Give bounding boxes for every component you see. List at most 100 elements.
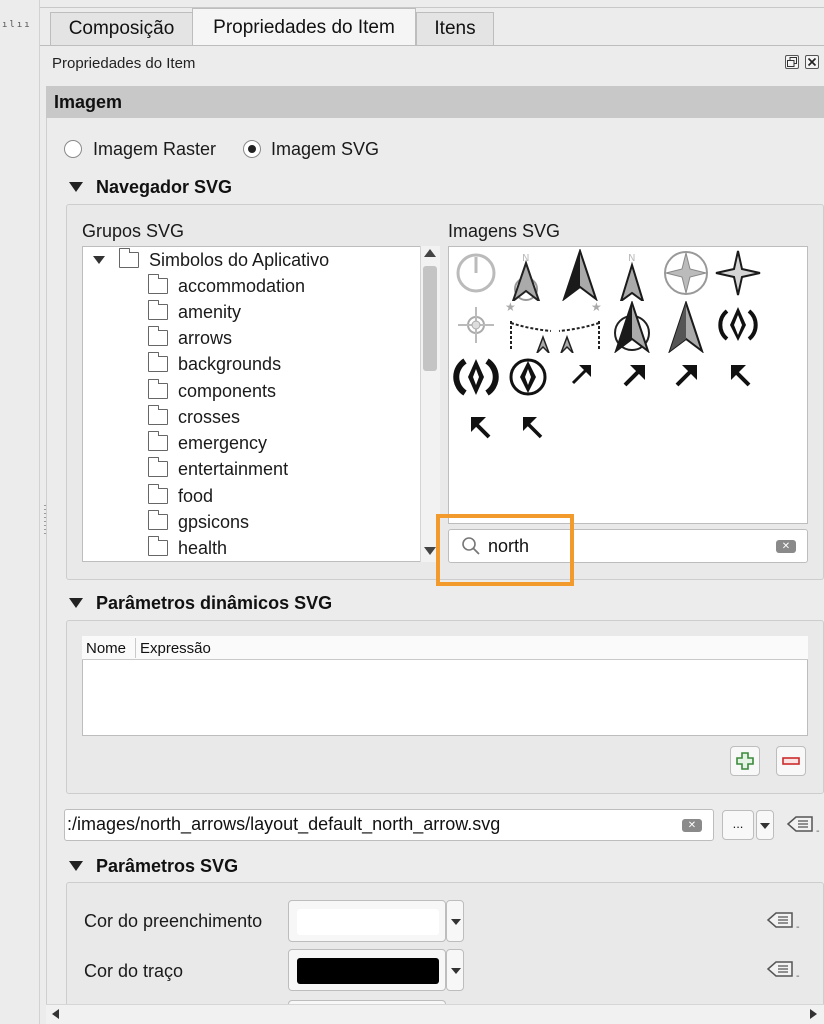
tree-item[interactable]: emergency	[148, 430, 267, 456]
arrow-northwest-alt-icon[interactable]	[507, 405, 557, 457]
arrow-northeast-alt-icon[interactable]	[663, 353, 713, 405]
svg-browser-title[interactable]: Navegador SVG	[96, 177, 232, 198]
minus-icon	[782, 757, 800, 765]
arrow-northeast-icon[interactable]	[559, 353, 609, 405]
expand-arrow-icon[interactable]	[93, 256, 105, 264]
compass-rose-circle-icon[interactable]	[661, 249, 711, 301]
section-title: Imagem	[54, 92, 123, 112]
tree-item[interactable]: gpsicons	[148, 509, 249, 535]
data-defined-override-icon[interactable]: -	[766, 959, 800, 982]
tab-composicao[interactable]: Composição	[50, 12, 193, 45]
north-arrow-solid-icon[interactable]	[555, 247, 605, 302]
fill-color-button[interactable]	[288, 900, 446, 942]
section-header[interactable]	[46, 86, 824, 118]
browse-dropdown-button[interactable]	[756, 810, 774, 840]
remove-param-button[interactable]	[776, 746, 806, 776]
svg-radio-label[interactable]: Imagem SVG	[271, 139, 379, 160]
compass-crosshair-icon[interactable]	[451, 301, 501, 353]
stroke-color-dropdown[interactable]	[446, 949, 464, 991]
tree-item-label: components	[178, 380, 277, 401]
folder-icon	[148, 457, 168, 477]
dock-title: Propriedades do Item	[52, 55, 196, 72]
tree-item[interactable]: entertainment	[148, 456, 288, 482]
tree-item[interactable]: accommodation	[148, 273, 305, 299]
folder-icon	[148, 536, 168, 556]
tree-item[interactable]: crosses	[148, 404, 240, 430]
raster-radio[interactable]	[64, 140, 82, 158]
tree-item-label: accommodation	[178, 275, 306, 296]
tree-scrollbar-thumb[interactable]	[423, 266, 437, 371]
column-header-nome[interactable]: Nome	[86, 640, 126, 657]
column-header-expressao[interactable]: Expressão	[140, 640, 211, 657]
svg-text:-: -	[796, 971, 800, 981]
folder-icon	[148, 326, 168, 346]
svg-text:N: N	[628, 253, 635, 264]
north-arrow-grey-icon[interactable]	[661, 299, 711, 354]
scroll-up-arrow-icon[interactable]	[424, 249, 436, 257]
raster-radio-label[interactable]: Imagem Raster	[93, 139, 216, 160]
tree-item[interactable]: food	[148, 483, 213, 509]
collapse-triangle-icon[interactable]	[69, 598, 83, 608]
browse-button[interactable]: ...	[722, 810, 754, 840]
add-param-button[interactable]	[730, 746, 760, 776]
clear-path-icon[interactable]: ✕	[682, 819, 702, 832]
dynamic-params-title[interactable]: Parâmetros dinâmicos SVG	[96, 593, 332, 614]
tree-item-label: crosses	[178, 406, 241, 427]
column-divider	[135, 638, 136, 658]
chevron-down-icon	[760, 823, 770, 829]
north-arrow-circled-icon[interactable]	[607, 299, 657, 354]
collapse-triangle-icon[interactable]	[69, 182, 83, 192]
top-border	[40, 0, 824, 8]
tree-item-label: food	[178, 485, 214, 506]
scroll-left-arrow-icon[interactable]	[52, 1009, 59, 1019]
arrow-northwest-icon[interactable]	[715, 353, 765, 405]
clear-search-icon[interactable]: ✕	[776, 540, 796, 553]
collapse-triangle-icon[interactable]	[69, 861, 83, 871]
svg-groups-tree[interactable]: Simbolos do Aplicativo accommodation ame…	[82, 246, 440, 562]
north-arrow-round-icon[interactable]	[713, 301, 763, 353]
folder-icon	[148, 379, 168, 399]
tree-item-label: Simbolos do Aplicativo	[149, 249, 330, 270]
scroll-right-arrow-icon[interactable]	[810, 1009, 817, 1019]
fill-color-dropdown[interactable]	[446, 900, 464, 942]
tree-item[interactable]: components	[148, 378, 276, 404]
north-arrow-n-circle-icon[interactable]: N	[501, 249, 551, 304]
tab-propriedades-do-item[interactable]: Propriedades do Item	[192, 8, 416, 46]
arrow-northwest-bold-icon[interactable]	[455, 405, 505, 457]
stroke-color-button[interactable]	[288, 949, 446, 991]
ruler-marks: ılıı	[2, 20, 32, 30]
data-defined-override-icon[interactable]: -	[786, 814, 820, 837]
tab-itens[interactable]: Itens	[416, 12, 494, 45]
float-dock-icon[interactable]	[785, 55, 799, 69]
svg-radio[interactable]	[243, 140, 261, 158]
svg-params-title[interactable]: Parâmetros SVG	[96, 856, 238, 877]
north-arrow-circle-icon[interactable]	[451, 249, 501, 301]
fill-color-label: Cor do preenchimento	[84, 911, 263, 931]
close-dock-icon[interactable]	[805, 55, 819, 69]
search-highlight-annotation	[436, 514, 574, 586]
fill-color-swatch	[297, 909, 439, 935]
tree-item[interactable]: health	[148, 535, 227, 561]
tree-item-label: health	[178, 537, 228, 558]
svg-text:-: -	[796, 922, 800, 932]
tree-root-item[interactable]: Simbolos do Aplicativo	[93, 247, 329, 273]
north-arrow-round-bold-icon[interactable]	[451, 353, 501, 405]
north-arrow-round-circle-icon[interactable]	[503, 353, 553, 405]
tree-item[interactable]: backgrounds	[148, 351, 281, 377]
svg-groups-label: Grupos SVG	[82, 221, 185, 241]
compass-star-icon[interactable]	[713, 249, 763, 301]
north-arrow-bracket-mirrored-icon[interactable]: ★	[555, 300, 605, 354]
tree-item[interactable]: amenity	[148, 299, 241, 325]
tree-item-label: entertainment	[178, 458, 289, 479]
svg-path-value[interactable]: :/images/north_arrows/layout_default_nor…	[67, 814, 500, 835]
scroll-down-arrow-icon[interactable]	[424, 547, 436, 555]
horizontal-scrollbar[interactable]	[46, 1004, 824, 1024]
plus-icon	[736, 752, 754, 770]
svg-text:-: -	[816, 826, 820, 836]
svg-images-grid[interactable]: N N ★ ★	[448, 246, 808, 524]
north-arrow-n-icon[interactable]: N	[607, 249, 657, 304]
tree-item[interactable]: arrows	[148, 325, 232, 351]
data-defined-override-icon[interactable]: -	[766, 910, 800, 933]
arrow-northeast-bold-icon[interactable]	[611, 353, 661, 405]
north-arrow-bracket-icon[interactable]: ★	[505, 300, 555, 354]
